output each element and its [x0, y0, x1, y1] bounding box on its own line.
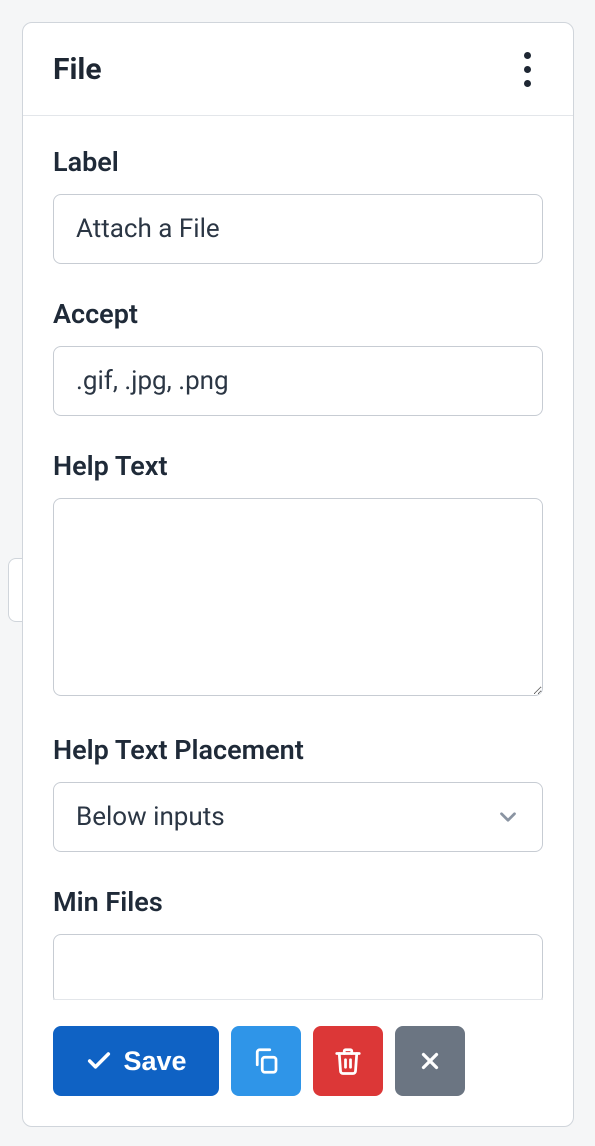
field-group-help-text-placement: Help Text Placement Below inputs: [53, 734, 543, 852]
kebab-dot: [524, 66, 531, 73]
help-text-input[interactable]: [53, 498, 543, 696]
close-icon: [417, 1048, 443, 1074]
kebab-dot: [524, 80, 531, 87]
field-label-label: Label: [53, 146, 543, 178]
panel-title: File: [53, 52, 102, 87]
more-options-button[interactable]: [511, 49, 543, 89]
field-group-help-text: Help Text: [53, 450, 543, 700]
field-label-min-files: Min Files: [53, 886, 543, 918]
delete-button[interactable]: [313, 1026, 383, 1096]
field-group-min-files: Min Files: [53, 886, 543, 999]
help-text-placement-select-wrap: Below inputs: [53, 782, 543, 852]
panel-body: Label Accept Help Text Help Text Placeme…: [23, 116, 573, 999]
field-label-help-text-placement: Help Text Placement: [53, 734, 543, 766]
check-icon: [85, 1047, 113, 1075]
copy-button[interactable]: [231, 1026, 301, 1096]
file-settings-panel: File Label Accept Help Text Help Text Pl…: [22, 22, 574, 1127]
trash-icon: [333, 1046, 363, 1076]
save-button[interactable]: Save: [53, 1026, 219, 1096]
help-text-placement-select[interactable]: Below inputs: [53, 782, 543, 852]
panel-header: File: [23, 23, 573, 116]
close-button[interactable]: [395, 1026, 465, 1096]
field-label-accept: Accept: [53, 298, 543, 330]
field-group-accept: Accept: [53, 298, 543, 416]
label-input[interactable]: [53, 194, 543, 264]
copy-icon: [251, 1046, 281, 1076]
kebab-dot: [524, 52, 531, 59]
field-group-label: Label: [53, 146, 543, 264]
field-label-help-text: Help Text: [53, 450, 543, 482]
accept-input[interactable]: [53, 346, 543, 416]
save-button-label: Save: [123, 1046, 186, 1077]
panel-footer: Save: [23, 1000, 573, 1126]
min-files-input[interactable]: [53, 934, 543, 999]
